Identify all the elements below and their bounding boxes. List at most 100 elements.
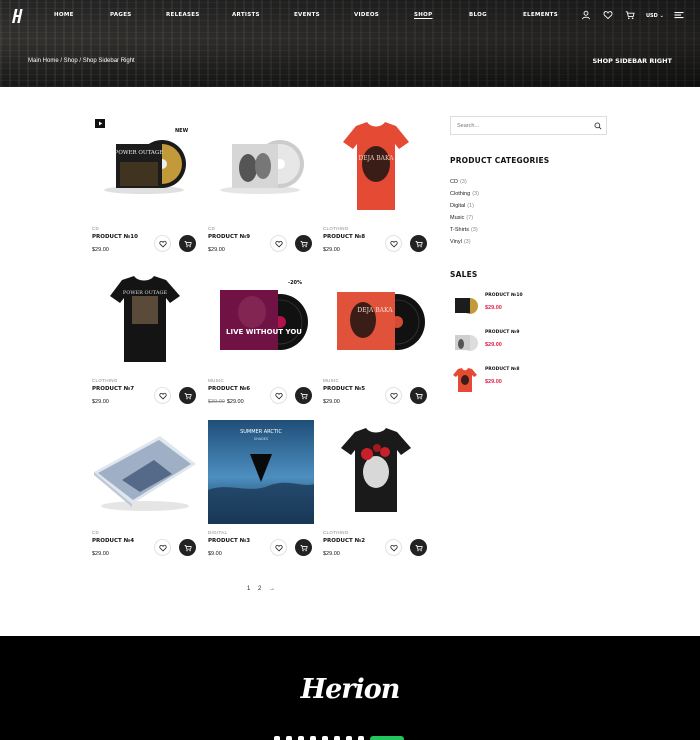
product-name[interactable]: Product №8 [323, 234, 365, 240]
product-card[interactable]: POWER OUTAGE Clothing Product №7 $29.00 [92, 268, 198, 405]
nav-videos[interactable]: Videos [354, 12, 379, 18]
sale-name[interactable]: Product №10 [485, 293, 523, 298]
add-to-cart-button[interactable] [410, 387, 427, 404]
search-input[interactable] [457, 121, 587, 131]
product-image[interactable]: DEJA BAKA [323, 116, 429, 220]
page-2-link[interactable]: 2 [258, 586, 261, 592]
heart-icon[interactable] [603, 10, 613, 20]
page-1-link[interactable]: 1 [247, 586, 250, 592]
product-image[interactable] [92, 420, 198, 524]
youtube-icon[interactable] [310, 736, 316, 740]
product-category[interactable]: CD [208, 226, 215, 231]
wishlist-button[interactable] [385, 539, 402, 556]
product-category[interactable]: CD [92, 530, 99, 535]
nav-elements[interactable]: Elements [523, 12, 558, 18]
add-to-cart-button[interactable] [179, 539, 196, 556]
product-card[interactable]: LIVE WITHOUT YOU -20% Music Product №6 $… [208, 268, 314, 405]
search-icon[interactable] [594, 122, 602, 130]
add-to-cart-button[interactable] [179, 387, 196, 404]
category-link-vinyl[interactable]: Vinyl (3) [450, 239, 471, 245]
product-image[interactable]: SUMMER ARCTIC SHADES [208, 420, 314, 524]
product-name[interactable]: Product №3 [208, 538, 250, 544]
facebook-icon[interactable] [274, 736, 280, 740]
product-image[interactable]: DEJA BAKA [323, 268, 429, 372]
nav-artists[interactable]: Artists [232, 12, 260, 18]
play-icon[interactable] [95, 119, 105, 128]
wishlist-button[interactable] [270, 235, 287, 252]
menu-icon[interactable] [674, 10, 684, 20]
wishlist-button[interactable] [270, 387, 287, 404]
wishlist-button[interactable] [385, 235, 402, 252]
product-card[interactable]: DEJA BAKA Music Product №5 $29.00 [323, 268, 429, 405]
sale-item[interactable]: Product №8 $29.00 [450, 366, 610, 396]
product-card[interactable]: DEJA BAKA Clothing Product №8 $29.00 [323, 116, 429, 253]
category-link-tshirts[interactable]: T-Shirts (3) [450, 227, 478, 233]
product-category[interactable]: CD [92, 226, 99, 231]
product-image[interactable]: POWER OUTAGE [92, 268, 198, 372]
category-link-music[interactable]: Music (7) [450, 215, 473, 221]
category-link-clothing[interactable]: Clothing (3) [450, 191, 479, 197]
add-to-cart-button[interactable] [179, 235, 196, 252]
currency-selector[interactable]: USD ⌄ [646, 13, 664, 19]
add-to-cart-button[interactable] [410, 235, 427, 252]
sale-thumb[interactable] [450, 329, 480, 357]
wishlist-button[interactable] [154, 539, 171, 556]
add-to-cart-button[interactable] [295, 387, 312, 404]
sale-thumb[interactable] [450, 292, 480, 320]
product-image[interactable]: POWER OUTAGE New [92, 116, 198, 220]
product-category[interactable]: Digital [208, 530, 227, 535]
product-name[interactable]: Product №9 [208, 234, 250, 240]
product-card[interactable]: CD Product №9 $29.00 [208, 116, 314, 253]
nav-shop[interactable]: Shop [414, 12, 432, 18]
product-name[interactable]: Product №6 [208, 386, 250, 392]
nav-blog[interactable]: Blog [469, 12, 487, 18]
product-category[interactable]: Clothing [323, 226, 349, 231]
add-to-cart-button[interactable] [295, 539, 312, 556]
product-category[interactable]: Music [208, 378, 224, 383]
instagram-icon[interactable] [298, 736, 304, 740]
product-category[interactable]: Music [323, 378, 339, 383]
sale-thumb[interactable] [450, 366, 480, 394]
wishlist-button[interactable] [154, 387, 171, 404]
next-page-arrow-icon[interactable]: → [269, 586, 275, 592]
sale-item[interactable]: Product №9 $29.00 [450, 329, 610, 359]
wishlist-button[interactable] [154, 235, 171, 252]
telegram-icon[interactable] [346, 736, 352, 740]
product-card[interactable]: Clothing Product №2 $29.00 [323, 420, 429, 557]
product-name[interactable]: Product №2 [323, 538, 365, 544]
product-name[interactable]: Product №4 [92, 538, 134, 544]
soundcloud-icon[interactable] [334, 736, 340, 740]
sale-name[interactable]: Product №9 [485, 330, 519, 335]
add-to-cart-button[interactable] [410, 539, 427, 556]
product-card[interactable]: SUMMER ARCTIC SHADES Digital Product №3 … [208, 420, 314, 557]
product-image[interactable]: LIVE WITHOUT YOU -20% [208, 268, 314, 372]
product-category[interactable]: Clothing [323, 530, 349, 535]
bandcamp-icon[interactable] [358, 736, 364, 740]
spotify-icon[interactable] [322, 736, 328, 740]
footer-logo[interactable]: Herion [0, 674, 700, 705]
category-link-digital[interactable]: Digital (1) [450, 203, 474, 209]
product-name[interactable]: Product №5 [323, 386, 365, 392]
add-to-cart-button[interactable] [295, 235, 312, 252]
nav-events[interactable]: Events [294, 12, 320, 18]
category-link-cd[interactable]: CD (3) [450, 179, 467, 185]
wishlist-button[interactable] [385, 387, 402, 404]
nav-pages[interactable]: Pages [110, 12, 132, 18]
wishlist-button[interactable] [270, 539, 287, 556]
product-card[interactable]: CD Product №4 $29.00 [92, 420, 198, 557]
product-name[interactable]: Product №7 [92, 386, 134, 392]
user-icon[interactable] [581, 10, 591, 20]
product-category[interactable]: Clothing [92, 378, 118, 383]
nav-releases[interactable]: Releases [166, 12, 200, 18]
nav-home[interactable]: Home [54, 12, 74, 18]
sale-name[interactable]: Product №8 [485, 367, 519, 372]
product-image[interactable] [208, 116, 314, 220]
product-name[interactable]: Product №10 [92, 234, 138, 240]
green-badge-icon[interactable] [370, 736, 404, 740]
product-card[interactable]: POWER OUTAGE New CD Product №10 $29.00 [92, 116, 198, 253]
product-image[interactable] [323, 420, 429, 524]
sale-item[interactable]: Product №10 $29.00 [450, 292, 610, 322]
breadcrumb[interactable]: Main Home / Shop / Shop Sidebar Right [28, 58, 135, 64]
twitter-icon[interactable] [286, 736, 292, 740]
cart-icon[interactable] [625, 10, 635, 20]
